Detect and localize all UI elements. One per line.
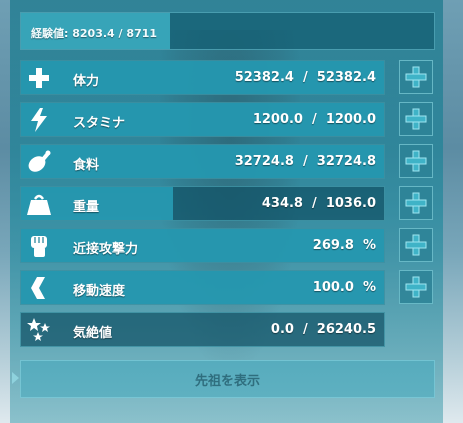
fist-icon <box>25 232 52 259</box>
plus-icon <box>405 276 427 298</box>
stat-label: 気絶値 <box>73 326 113 341</box>
level-up-melee-button[interactable] <box>399 228 433 262</box>
stat-label: 重量 <box>73 200 100 215</box>
stat-value: 32724.8 / 32724.8 <box>234 154 376 169</box>
level-up-stamina-button[interactable] <box>399 102 433 136</box>
experience-label: 経験値: <box>31 27 69 40</box>
stat-value: 0.0 / 26240.5 <box>270 322 376 337</box>
stat-value: 434.8 / 1036.0 <box>261 196 376 211</box>
experience-bar: 経験値: 8203.4 / 8711 <box>20 12 435 50</box>
stat-row-melee: 近接攻撃力 269.8 % <box>20 228 385 263</box>
experience-text: 経験値: 8203.4 / 8711 <box>31 25 157 41</box>
stat-row-weight: 重量 434.8 / 1036.0 <box>20 186 385 221</box>
stat-value: 269.8 % <box>312 238 376 253</box>
stat-label: スタミナ <box>73 116 126 131</box>
weight-icon <box>25 190 52 217</box>
stat-value: 1200.0 / 1200.0 <box>252 112 376 127</box>
plus-icon <box>405 66 427 88</box>
level-up-speed-button[interactable] <box>399 270 433 304</box>
left-arrow-icon <box>12 372 19 384</box>
show-ancestry-button[interactable]: 先祖を表示 <box>20 360 435 398</box>
stat-label: 体力 <box>73 74 100 89</box>
level-up-food-button[interactable] <box>399 144 433 178</box>
drumstick-icon <box>25 148 52 175</box>
experience-max: 8711 <box>126 27 158 40</box>
stat-row-health: 体力 52382.4 / 52382.4 <box>20 60 385 95</box>
stat-row-torpor: 気絶値 0.0 / 26240.5 <box>20 312 385 347</box>
experience-current: 8203.4 <box>72 27 115 40</box>
stat-row-stamina: スタミナ 1200.0 / 1200.0 <box>20 102 385 137</box>
stat-label: 移動速度 <box>73 284 126 299</box>
level-up-health-button[interactable] <box>399 60 433 94</box>
stat-row-speed: 移動速度 100.0 % <box>20 270 385 305</box>
stat-label: 食料 <box>73 158 100 173</box>
stat-label: 近接攻撃力 <box>73 242 139 257</box>
plus-icon <box>405 234 427 256</box>
plus-icon <box>25 64 52 91</box>
level-up-weight-button[interactable] <box>399 186 433 220</box>
experience-separator: / <box>118 27 123 40</box>
plus-icon <box>405 192 427 214</box>
lightning-icon <box>25 106 52 133</box>
plus-icon <box>405 108 427 130</box>
plus-icon <box>405 150 427 172</box>
stat-value: 100.0 % <box>312 280 376 295</box>
stars-icon <box>25 316 52 343</box>
stat-row-food: 食料 32724.8 / 32724.8 <box>20 144 385 179</box>
stat-value: 52382.4 / 52382.4 <box>234 70 376 85</box>
boot-icon <box>25 274 52 301</box>
